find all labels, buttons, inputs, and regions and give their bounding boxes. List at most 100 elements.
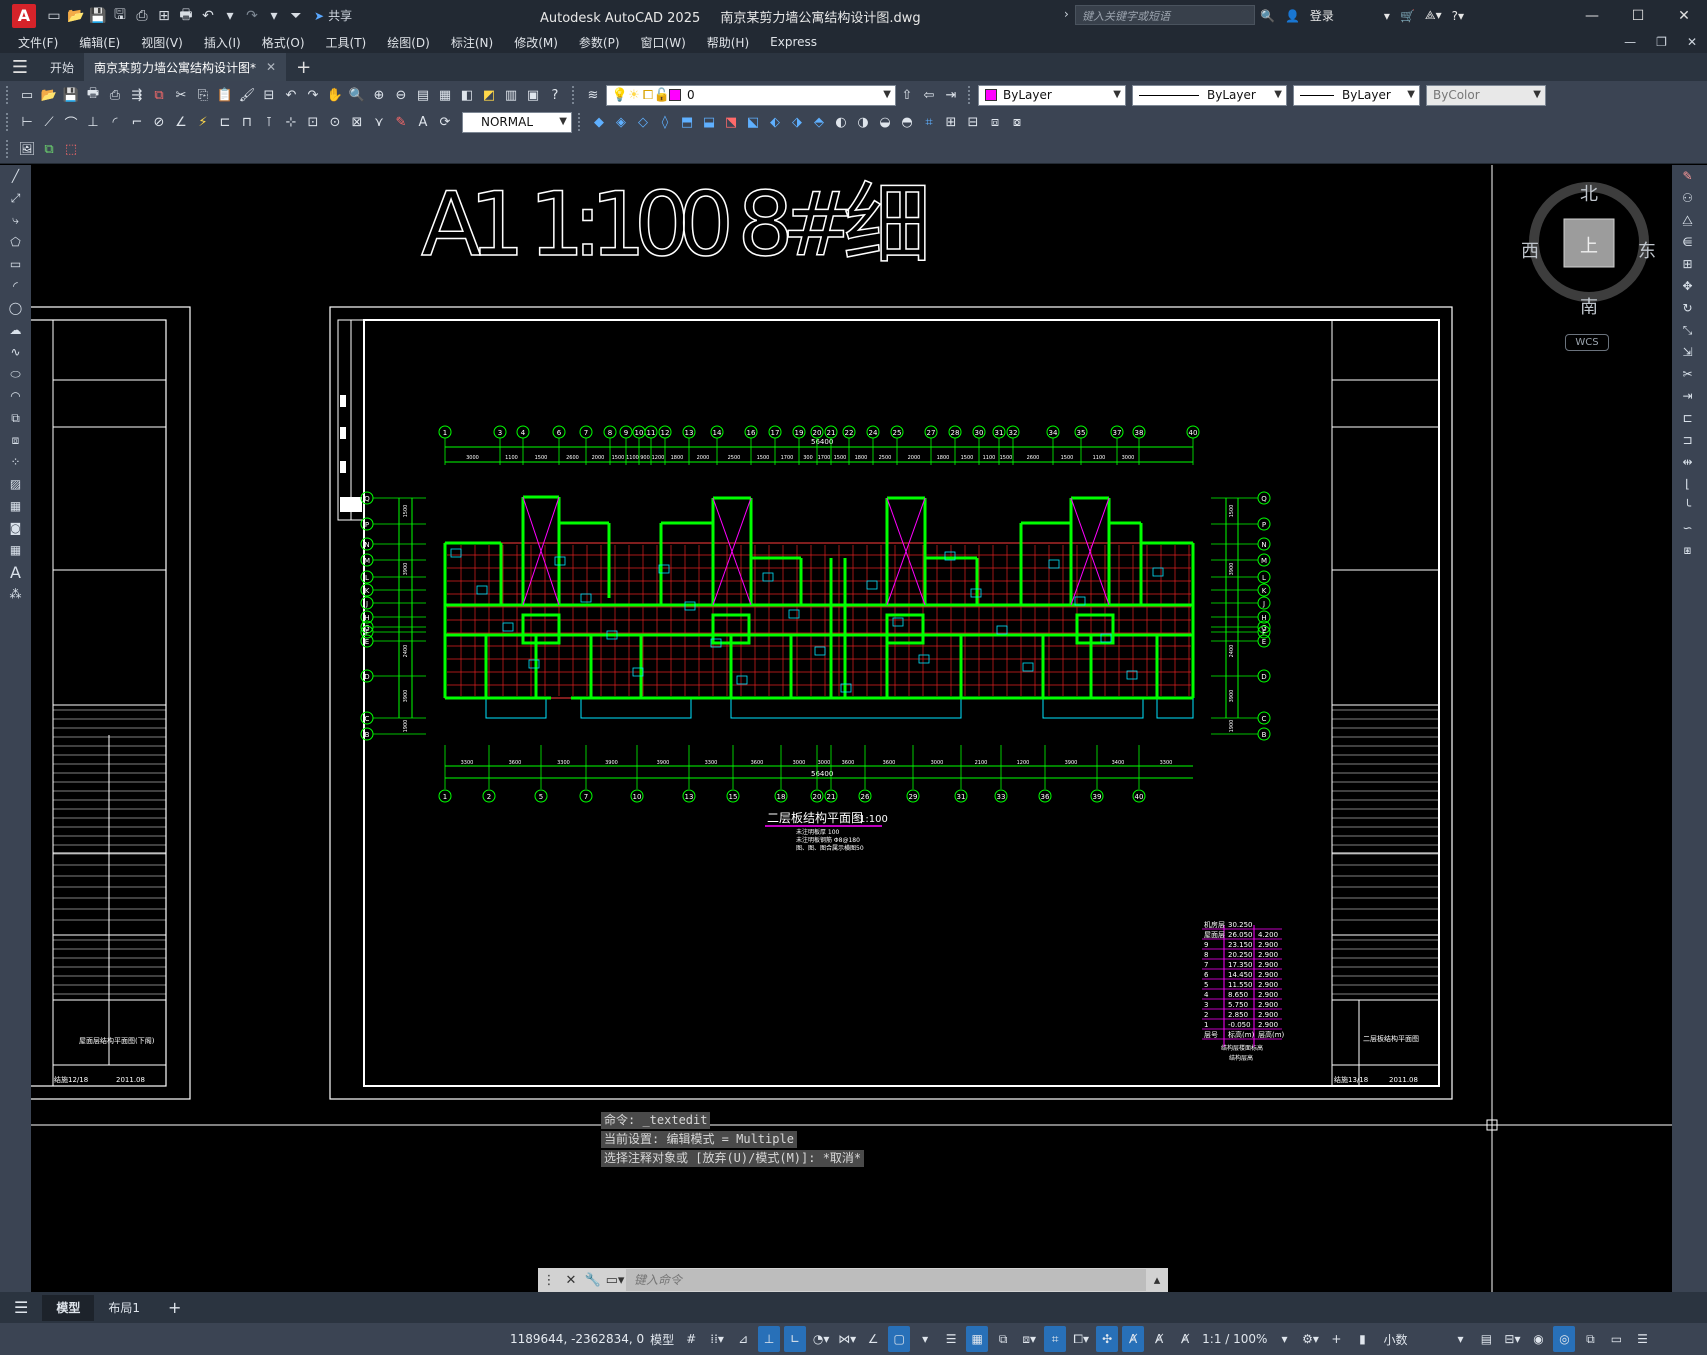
ellipse-arc-icon[interactable]: ◠ [0,385,31,407]
gizmo-icon[interactable]: ✣ [1096,1326,1119,1352]
rectangle-icon[interactable]: ▭ [0,253,31,275]
annotation-scale-value[interactable]: 1:1 / 100% [1200,1326,1269,1352]
toolbar-grip[interactable] [578,113,584,131]
model-space-toggle[interactable]: 模型 [648,1326,676,1352]
quick-properties-icon[interactable]: ▤ [1475,1326,1497,1352]
tool-palettes-icon[interactable]: ◧ [456,84,478,106]
isometric-icon[interactable]: ⋈▾ [836,1326,858,1352]
circle-icon[interactable]: ◯ [0,297,31,319]
color-dropdown[interactable]: ByLayer ▼ [978,84,1126,106]
open-icon[interactable]: 📂 [38,84,60,106]
dim-text-edit-icon[interactable]: A [412,111,434,133]
layer-vp-freeze-icon[interactable]: ⧠ [641,84,655,106]
units-value[interactable]: 小数 [1381,1326,1409,1352]
lock-ui-icon[interactable]: ⊟▾ [1501,1326,1523,1352]
share-button[interactable]: ➤ 共享 [314,7,352,24]
menu-window[interactable]: 窗口(W) [641,34,686,51]
units-dropdown-icon[interactable]: ▾ [1449,1326,1471,1352]
viewcube-west[interactable]: 西 [1521,237,1539,263]
3d-osnap-icon[interactable]: ⧈▾ [1018,1326,1040,1352]
save-as-icon[interactable]: 🖫 [110,6,130,26]
infer-constraints-icon[interactable]: ⊿ [732,1326,754,1352]
dim-edit-icon[interactable]: ✎ [390,111,412,133]
view-front-icon[interactable]: ◈ [610,111,632,133]
break-icon[interactable]: ⊐ [1672,429,1703,451]
qnew-icon[interactable]: ▭ [16,84,38,106]
chevron-down-icon[interactable]: ▼ [1533,89,1541,100]
autodesk-a360-icon[interactable]: ⟁▾ [1425,8,1442,23]
layout-menu-icon[interactable]: ☰ [0,1295,42,1321]
layer-dropdown[interactable]: 💡 ☀ ⧠ 🔓 0 ▼ [606,84,896,106]
view-top-icon[interactable]: ⬒ [676,111,698,133]
login-dropdown-icon[interactable]: ▾ [1384,9,1390,23]
layer-on-icon[interactable]: 💡 [612,84,628,106]
maximize-icon[interactable]: ☐ [1615,0,1661,31]
redo-dropdown-icon[interactable]: ▾ [264,6,284,26]
login-label[interactable]: 登录 [1310,7,1334,24]
toolbar-grip[interactable] [6,140,12,158]
spline-icon[interactable]: ∿ [0,341,31,363]
menu-hamburger-icon[interactable]: ☰ [0,57,40,78]
table-icon[interactable]: ▦ [0,539,31,561]
units-icon[interactable]: ▮ [1351,1326,1373,1352]
selection-cycling-icon[interactable]: ⧉ [992,1326,1014,1352]
graphics-perf-icon[interactable]: ⧉ [1579,1326,1601,1352]
command-input[interactable]: 键入命令 [626,1269,1146,1291]
menu-file[interactable]: 文件(F) [18,34,58,51]
viewcube-east[interactable]: 东 [1638,237,1656,263]
center-mark-icon[interactable]: ⊙ [324,111,346,133]
add-layout-icon[interactable]: + [154,1295,195,1321]
redo-icon[interactable]: ↷ [242,6,262,26]
line-icon[interactable]: ╱ [0,165,31,187]
undo-dropdown-icon[interactable]: ▾ [220,6,240,26]
offset-icon[interactable]: ⋹ [1672,231,1703,253]
block-insert-icon[interactable]: 🖼 [16,138,38,160]
command-customize-icon[interactable]: 🔧 [582,1273,604,1288]
dim-space-icon[interactable]: ⊺ [258,111,280,133]
plot-preview-icon[interactable]: ⎙ [104,84,126,106]
cart-icon[interactable]: 🛒 [1400,9,1415,23]
layer-previous-icon[interactable]: ⇦ [918,84,940,106]
dim-break-icon[interactable]: ⊹ [280,111,302,133]
new-file-icon[interactable]: ▭ [44,6,64,26]
ordinate-dim-icon[interactable]: ⊥ [82,111,104,133]
export-icon[interactable]: ⎙ [132,6,152,26]
chamfer-icon[interactable]: ⌊ [1672,473,1703,495]
copy-object-icon[interactable]: ⚇ [1672,187,1703,209]
quick-dim-icon[interactable]: ⚡ [192,111,214,133]
publish-icon[interactable]: ⇶ [126,84,148,106]
ucs-previous-icon[interactable]: ⊟ [962,111,984,133]
tab-close-icon[interactable]: ✕ [266,60,276,74]
polygon-icon[interactable]: ⬠ [0,231,31,253]
dimstyle-dropdown[interactable]: NORMAL ▼ [462,111,572,133]
tab-start[interactable]: 开始 [40,53,84,81]
viewcube[interactable]: 北 南 西 东 上 [1506,175,1656,355]
erase-icon[interactable]: ✎ [1672,165,1703,187]
visual-style-4-icon[interactable]: ◓ [896,111,918,133]
markup-icon[interactable]: ▥ [500,84,522,106]
auto-scale-icon[interactable]: Ⱥ [1148,1326,1170,1352]
plot-icon[interactable]: 🖶 [176,6,196,26]
menu-edit[interactable]: 编辑(E) [79,34,120,51]
zoom-window-icon[interactable]: ⊕ [368,84,390,106]
trim-icon[interactable]: ✂ [1672,363,1703,385]
isolate-objects-icon[interactable]: ◉ [1527,1326,1549,1352]
view-3d-icon[interactable]: ◆ [588,111,610,133]
snap-icon[interactable]: ⁞⁞▾ [706,1326,728,1352]
linetype-dropdown[interactable]: ByLayer ▼ [1132,84,1287,106]
chevron-down-icon[interactable]: ▼ [883,89,891,100]
menu-draw[interactable]: 绘图(D) [387,34,430,51]
object-snap-icon[interactable]: ▢ [888,1326,911,1352]
minimize-icon[interactable]: — [1569,0,1615,31]
annotation-visibility-icon[interactable]: Ⱥ [1122,1326,1145,1352]
command-grip[interactable]: ⋮ [538,1273,560,1288]
ucs-face-icon[interactable]: ⧈ [984,111,1006,133]
region-icon[interactable]: ◙ [0,517,31,539]
tolerance-icon[interactable]: ⊡ [302,111,324,133]
baseline-dim-icon[interactable]: ⊏ [214,111,236,133]
help-icon[interactable]: ?▾ [1452,9,1464,23]
close-icon[interactable]: ✕ [1661,0,1707,31]
jogged-linear-icon[interactable]: ⋎ [368,111,390,133]
grid-icon[interactable]: # [680,1326,702,1352]
properties-icon[interactable]: ▤ [412,84,434,106]
